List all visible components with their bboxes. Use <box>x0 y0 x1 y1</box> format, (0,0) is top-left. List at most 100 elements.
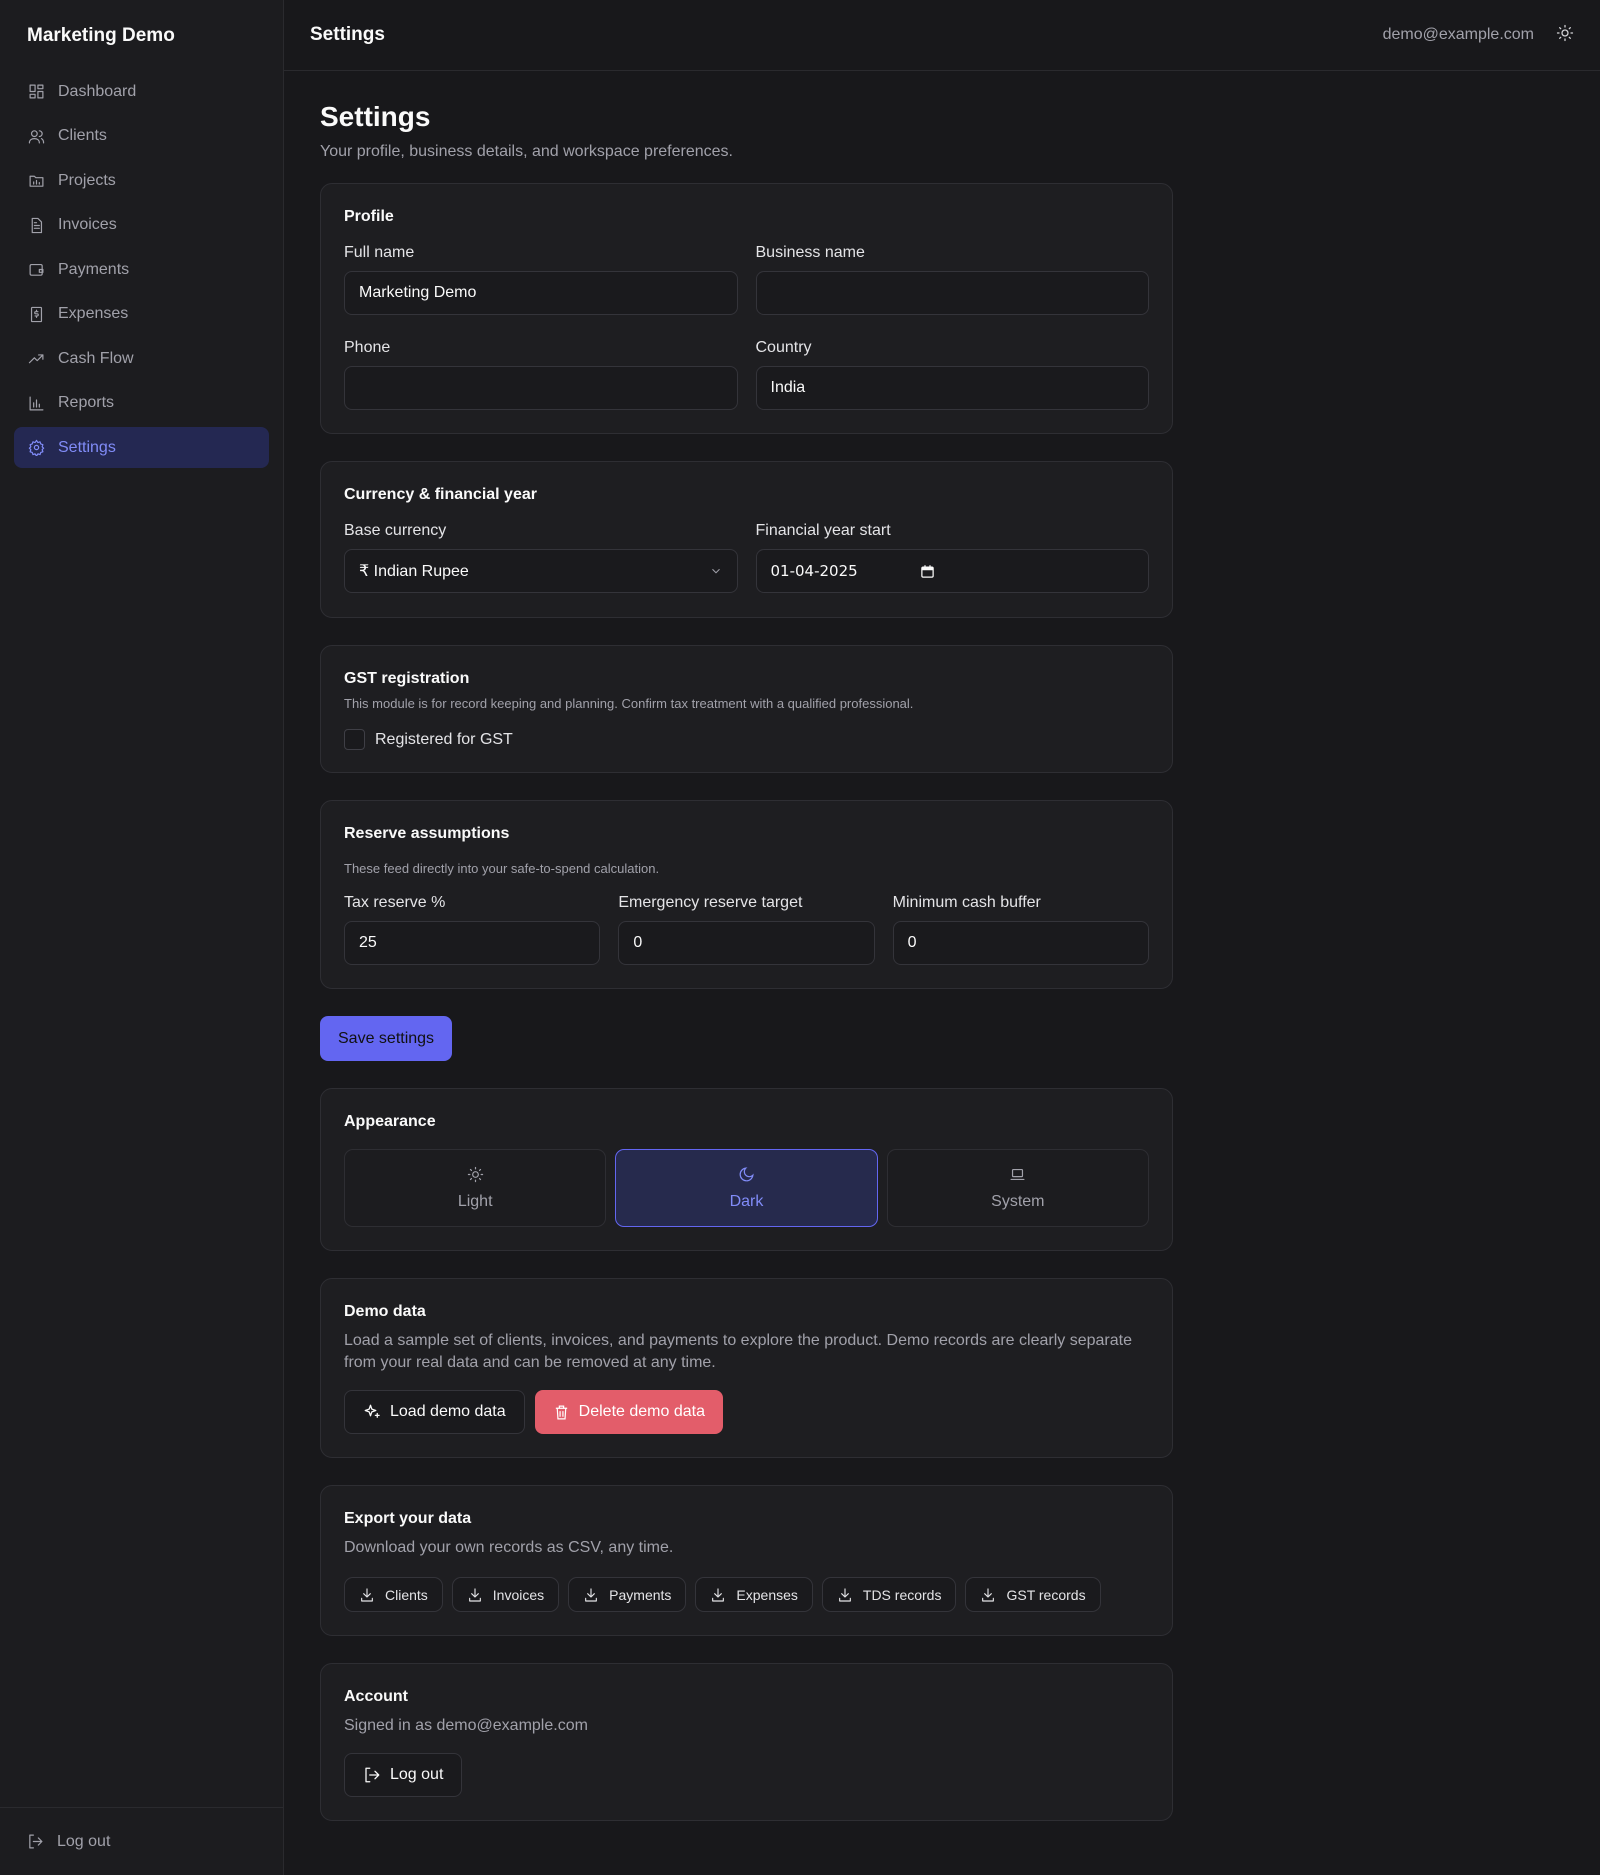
business-name-field: Business name <box>755 244 1149 315</box>
profile-card: Profile Full name Marketing Demo Busines… <box>320 183 1173 434</box>
download-icon <box>838 1587 851 1602</box>
export-payments-button[interactable]: Payments <box>568 1577 687 1612</box>
fy-start-value: 01-04-2025 <box>770 562 858 580</box>
reserve-title: Reserve assumptions <box>344 825 510 842</box>
logout-icon <box>29 1834 43 1849</box>
sidebar-item-label: Dashboard <box>58 82 137 100</box>
account-card: Account Signed in as demo@example.com Lo… <box>320 1663 1173 1821</box>
topbar-title: Settings <box>310 24 385 45</box>
appearance-title: Appearance <box>344 1113 436 1130</box>
chevron-down-icon <box>711 568 720 574</box>
export-clients-button[interactable]: Clients <box>344 1577 443 1612</box>
sidebar-item-label: Expenses <box>58 305 129 322</box>
full-name-field: Full name Marketing Demo <box>344 244 738 315</box>
country-input[interactable]: India <box>755 366 1149 410</box>
gst-description: This module is for record keeping and pl… <box>344 696 914 711</box>
gst-checkbox-row[interactable]: Registered for GST <box>344 729 1149 750</box>
tax-reserve-input[interactable]: 25 <box>344 921 601 965</box>
account-logout-label: Log out <box>390 1766 444 1783</box>
sidebar-item-clients[interactable]: Clients <box>14 116 269 157</box>
sidebar-item-label: Clients <box>58 127 107 144</box>
reserve-card: Reserve assumptions These feed directly … <box>320 800 1173 989</box>
sidebar-item-label: Payments <box>58 260 130 278</box>
business-name-label: Business name <box>755 244 865 261</box>
demo-data-actions: Load demo data Delete demo data <box>344 1390 1149 1434</box>
base-currency-label: Base currency <box>344 522 447 539</box>
full-name-input[interactable]: Marketing Demo <box>344 271 738 315</box>
fy-start-label: Financial year start <box>755 522 891 539</box>
cash-buffer-input[interactable]: 0 <box>892 921 1149 965</box>
sidebar-item-payments[interactable]: Payments <box>14 249 269 290</box>
theme-toggle-button[interactable] <box>1556 24 1574 47</box>
export-description: Download your own records as CSV, any ti… <box>344 1539 674 1556</box>
sidebar-nav: Dashboard Clients Projects Invoices Paym… <box>0 71 283 468</box>
sidebar-logout-button[interactable]: Log out <box>0 1807 283 1875</box>
sun-icon <box>1556 24 1574 41</box>
sidebar-item-cash-flow[interactable]: Cash Flow <box>14 338 269 379</box>
export-expenses-label: Expenses <box>736 1586 798 1603</box>
moon-icon <box>739 1166 754 1181</box>
topbar: Settings demo@example.com <box>284 0 1600 71</box>
download-icon <box>982 1587 995 1602</box>
appearance-system-option[interactable]: System <box>886 1149 1149 1227</box>
account-logout-button[interactable]: Log out <box>344 1753 463 1797</box>
sidebar-item-settings[interactable]: Settings <box>14 427 269 468</box>
emergency-reserve-field: Emergency reserve target 0 <box>618 894 875 965</box>
fy-start-field: Financial year start 01-04-2025 <box>755 522 1149 593</box>
delete-demo-data-button[interactable]: Delete demo data <box>534 1390 723 1434</box>
delete-demo-data-label: Delete demo data <box>578 1403 705 1420</box>
page-subtitle: Your profile, business details, and work… <box>320 143 733 160</box>
export-gst-records-label: GST records <box>1006 1586 1086 1603</box>
sidebar-item-dashboard[interactable]: Dashboard <box>14 71 269 112</box>
demo-data-title: Demo data <box>344 1303 426 1320</box>
cash-buffer-label: Minimum cash buffer <box>892 894 1041 911</box>
settings-content: Settings Your profile, business details,… <box>284 71 1493 1821</box>
appearance-system-label: System <box>991 1192 1045 1210</box>
logout-icon <box>365 1767 380 1783</box>
appearance-dark-label: Dark <box>729 1192 764 1210</box>
export-expenses-button[interactable]: Expenses <box>695 1577 813 1612</box>
sidebar-item-reports[interactable]: Reports <box>14 383 269 424</box>
export-gst-records-button[interactable]: GST records <box>965 1577 1101 1612</box>
load-demo-data-label: Load demo data <box>390 1403 506 1420</box>
appearance-dark-option[interactable]: Dark <box>615 1149 878 1227</box>
trash-icon <box>555 1405 567 1419</box>
emergency-reserve-input[interactable]: 0 <box>618 921 875 965</box>
appearance-card: Appearance Light Dark System <box>320 1088 1173 1251</box>
dashboard-icon <box>27 83 45 101</box>
gst-card: GST registration This module is for reco… <box>320 645 1173 773</box>
download-icon <box>468 1587 481 1602</box>
tax-reserve-label: Tax reserve % <box>344 894 446 911</box>
emergency-reserve-label: Emergency reserve target <box>618 894 803 911</box>
appearance-options: Light Dark System <box>344 1149 1149 1227</box>
export-invoices-label: Invoices <box>492 1586 545 1603</box>
download-icon <box>712 1587 725 1602</box>
base-currency-value: ₹ Indian Rupee <box>359 563 469 580</box>
business-name-input[interactable] <box>755 271 1149 315</box>
sidebar-item-expenses[interactable]: Expenses <box>14 294 269 335</box>
save-settings-button[interactable]: Save settings <box>320 1016 453 1061</box>
sidebar-item-label: Cash Flow <box>58 349 134 367</box>
trending-up-icon <box>27 350 45 368</box>
app-root: Marketing Demo Dashboard Clients Project… <box>0 0 1600 1875</box>
export-card: Export your data Download your own recor… <box>320 1485 1173 1636</box>
export-tds-records-button[interactable]: TDS records <box>821 1577 957 1612</box>
export-tds-records-label: TDS records <box>862 1586 942 1603</box>
reserve-description: These feed directly into your safe-to-sp… <box>344 861 660 876</box>
phone-input[interactable] <box>344 366 738 410</box>
download-icon <box>585 1587 598 1602</box>
fy-start-input[interactable]: 01-04-2025 <box>755 549 1149 593</box>
cash-buffer-field: Minimum cash buffer 0 <box>892 894 1149 965</box>
gst-checkbox[interactable] <box>344 729 365 750</box>
calendar-icon[interactable] <box>920 564 935 579</box>
appearance-light-option[interactable]: Light <box>344 1149 607 1227</box>
sidebar-item-projects[interactable]: Projects <box>14 160 269 201</box>
export-invoices-button[interactable]: Invoices <box>451 1577 560 1612</box>
account-description: Signed in as demo@example.com <box>344 1717 588 1734</box>
sidebar-item-invoices[interactable]: Invoices <box>14 205 269 246</box>
load-demo-data-button[interactable]: Load demo data <box>344 1390 525 1434</box>
demo-data-description: Load a sample set of clients, invoices, … <box>344 1332 1132 1371</box>
currency-title: Currency & financial year <box>344 486 537 503</box>
download-icon <box>361 1587 373 1602</box>
base-currency-select[interactable]: ₹ Indian Rupee <box>344 549 738 593</box>
